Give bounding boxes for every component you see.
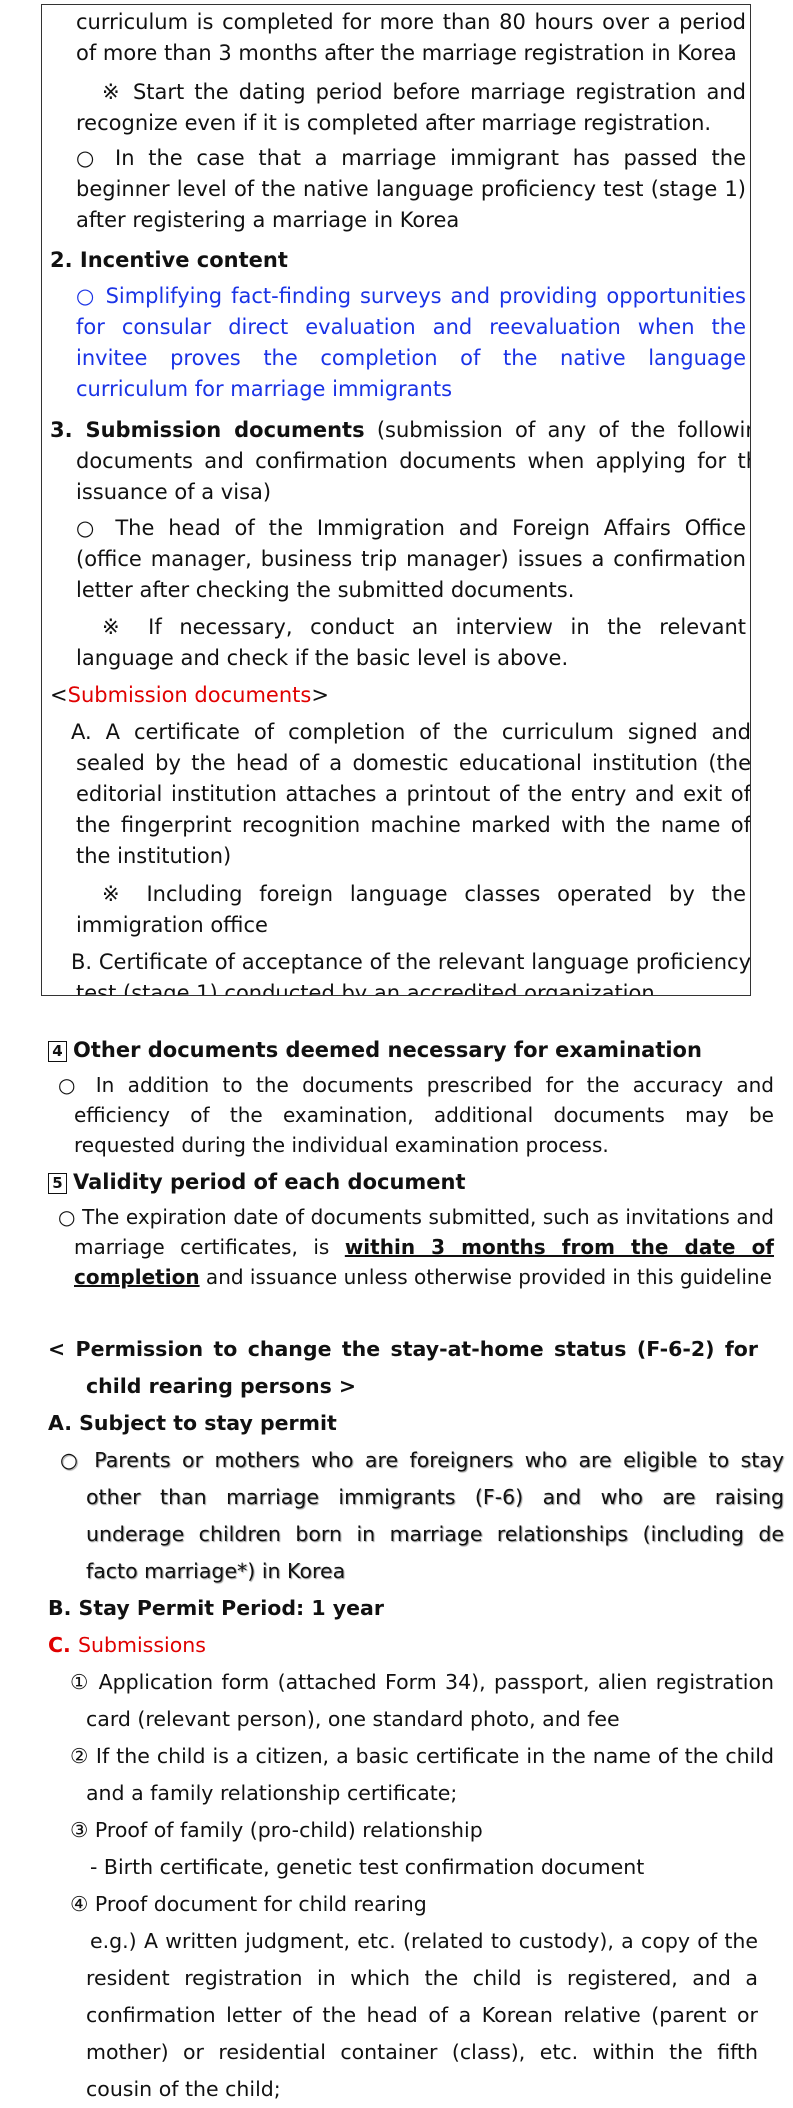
box-heading-submission: 3. Submission documents (submission of a… (50, 415, 750, 508)
section-5-number-box: 5 (48, 1173, 67, 1194)
permission-c-label: Submissions (77, 1633, 206, 1657)
submission-documents-text: Submission documents (67, 683, 312, 707)
section-5-text-post: and issuance unless otherwise provided i… (199, 1265, 772, 1289)
submission-item-1: ① Application form (attached Form 34), p… (70, 1670, 774, 1731)
section-4-title: Other documents deemed necessary for exa… (73, 1038, 702, 1062)
bracket-close: > (311, 683, 329, 707)
permission-c-prefix: C. (48, 1633, 78, 1657)
section-4-number-box: 4 (48, 1041, 67, 1062)
permission-c-heading: C. Submissions (48, 1627, 758, 1664)
box-note-foreign-language-classes: ※ Including foreign language classes ope… (76, 882, 746, 937)
box-paragraph-incentive: ○ Simplifying fact-finding surveys and p… (76, 284, 746, 401)
permission-a-text: ○ Parents or mothers who are foreigners … (60, 1448, 784, 1583)
section-5-title: Validity period of each document (73, 1170, 466, 1194)
section-5: 5 Validity period of each document ○ The … (48, 1167, 774, 1292)
boxed-guideline-excerpt: curriculum is completed for more than 80… (41, 4, 751, 996)
box-item-a-certificate: A. A certificate of completion of the cu… (71, 720, 751, 868)
box-heading-incentive: 2. Incentive content (50, 248, 288, 272)
section-5-text: ○ The expiration date of documents submi… (58, 1202, 774, 1292)
box-paragraph-confirmation: ○ The head of the Immigration and Foreig… (76, 516, 746, 602)
permission-b-heading: B. Stay Permit Period: 1 year (48, 1596, 384, 1620)
submission-item-3-detail: - Birth certificate, genetic test confir… (90, 1855, 645, 1879)
bracket-open: < (50, 683, 68, 707)
submission-heading-bold: 3. Submission documents (50, 418, 365, 442)
box-item-b-certificate: B. Certificate of acceptance of the rele… (71, 950, 751, 996)
section-4: 4 Other documents deemed necessary for ex… (48, 1035, 774, 1160)
section-5-heading: 5 Validity period of each document (48, 1167, 758, 1198)
section-4-heading: 4 Other documents deemed necessary for ex… (48, 1035, 758, 1066)
submission-item-4-example: e.g.) A written judgment, etc. (related … (86, 1929, 758, 2101)
box-submission-documents-label: <Submission documents> (50, 680, 750, 711)
submission-item-2: ② If the child is a citizen, a basic cer… (70, 1744, 774, 1805)
permission-section: < Permission to change the stay-at-home … (38, 1331, 784, 2108)
box-note-dating-period: ※ Start the dating period before marriag… (76, 80, 746, 135)
box-paragraph-curriculum: curriculum is completed for more than 80… (76, 10, 746, 65)
section-4-text: ○ In addition to the documents prescribe… (58, 1073, 774, 1157)
submission-item-4: ④ Proof document for child rearing (70, 1892, 427, 1916)
submission-item-3: ③ Proof of family (pro-child) relationsh… (70, 1818, 483, 1842)
box-note-interview: ※ If necessary, conduct an interview in … (76, 615, 746, 670)
box-paragraph-beginner-level: ○ In the case that a marriage immigrant … (76, 146, 746, 232)
permission-a-heading: A. Subject to stay permit (48, 1411, 337, 1435)
permission-title: < Permission to change the stay-at-home … (48, 1337, 758, 1398)
